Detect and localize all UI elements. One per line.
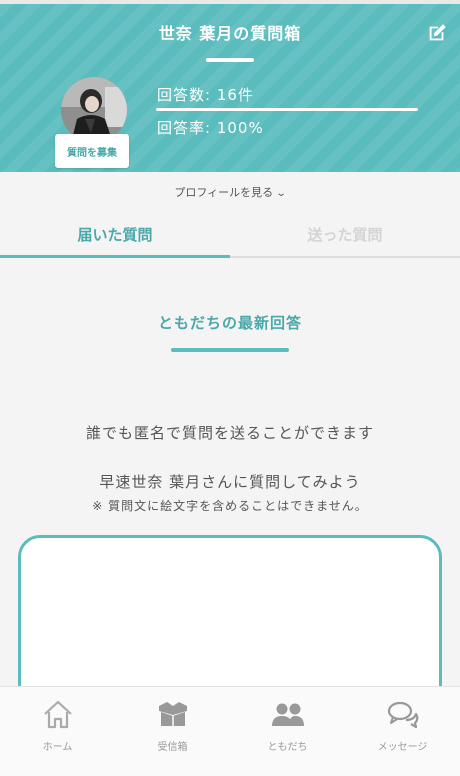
inbox-icon <box>159 702 187 726</box>
active-tab-indicator <box>0 255 230 258</box>
friends-icon <box>272 703 304 726</box>
chevron-down-icon: ⌄ <box>275 188 287 199</box>
nav-messages-label: メッセージ <box>377 742 428 753</box>
nav-messages[interactable]: メッセージ <box>345 687 460 776</box>
section-title: ともだちの最新回答 <box>157 314 302 332</box>
nav-inbox-label: 受信箱 <box>157 742 188 753</box>
page-title: 世奈 葉月の質問箱 <box>158 24 302 43</box>
tab-sent[interactable]: 送った質問 <box>230 224 460 245</box>
anonymous-note: 誰でも匿名で質問を送ることができます <box>85 424 374 442</box>
nav-inbox[interactable]: 受信箱 <box>115 687 230 776</box>
section-underline <box>171 348 289 352</box>
nav-home[interactable]: ホーム <box>0 687 115 776</box>
profile-header: 世奈 葉月の質問箱 質問を募集 回答数: 16件 回答率: 100% <box>0 0 460 172</box>
nav-home-label: ホーム <box>42 742 73 753</box>
bottom-nav: ホーム 受信箱 ともだち メッセージ <box>0 686 460 776</box>
view-profile-link[interactable]: プロフィールを見る ⌄ <box>0 184 460 200</box>
tab-received[interactable]: 届いた質問 <box>0 224 230 245</box>
question-tabs: 届いた質問 送った質問 <box>0 212 460 258</box>
question-prompt: 早速世奈 葉月さんに質問してみよう <box>99 473 361 491</box>
home-icon <box>44 700 72 729</box>
title-underline <box>206 58 254 62</box>
recruit-questions-button[interactable]: 質問を募集 <box>55 134 129 168</box>
stat-divider <box>156 108 418 111</box>
emoji-note: ※ 質問文に絵文字を含めることはできません。 <box>92 499 368 513</box>
answer-count: 回答数: 16件 <box>157 86 254 104</box>
edit-icon[interactable] <box>426 22 448 44</box>
view-profile-label: プロフィールを見る <box>174 186 274 199</box>
nav-friends-label: ともだち <box>267 742 308 753</box>
answer-rate: 回答率: 100% <box>157 119 264 137</box>
message-icon <box>387 701 419 729</box>
inactive-tab-indicator <box>230 256 460 258</box>
nav-friends[interactable]: ともだち <box>230 687 345 776</box>
